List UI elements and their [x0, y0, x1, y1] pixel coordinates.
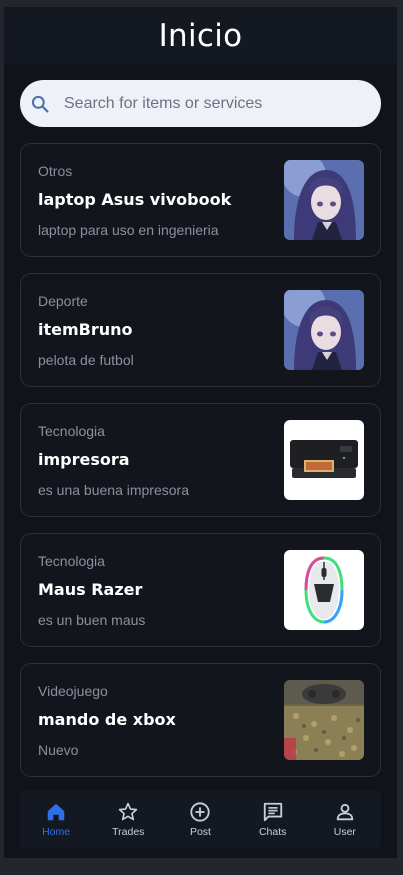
plus-circle-icon: [190, 802, 211, 822]
nav-label: Post: [189, 826, 211, 838]
controller-image: [284, 680, 364, 760]
item-card[interactable]: Videojuego mando de xbox Nuevo: [20, 663, 381, 777]
item-description: laptop para uso en ingenieria: [38, 222, 219, 238]
item-category: Otros: [38, 163, 73, 179]
item-title: laptop Asus vivobook: [38, 190, 232, 209]
item-description: es un buen maus: [38, 612, 146, 628]
mouse-image: [284, 550, 364, 630]
nav-label: Trades: [112, 826, 145, 838]
item-description: es una buena impresora: [38, 482, 189, 498]
item-title: itemBruno: [38, 320, 133, 339]
item-description: Nuevo: [38, 742, 79, 758]
nav-item-post[interactable]: Post: [170, 801, 230, 838]
item-title: impresora: [38, 450, 130, 469]
search-input[interactable]: [64, 94, 354, 113]
nav-item-trades[interactable]: Trades: [98, 801, 158, 838]
anime-girl-image: [284, 160, 364, 240]
app-header: Inicio: [4, 7, 397, 64]
anime-girl-image: [284, 290, 364, 370]
home-icon: [47, 803, 65, 821]
page-title: Inicio: [158, 17, 243, 54]
nav-item-chats[interactable]: Chats: [243, 801, 303, 838]
app-screen: Inicio Otros laptop Asus vivobook laptop…: [4, 7, 397, 858]
item-category: Deporte: [38, 293, 88, 309]
item-card[interactable]: Otros laptop Asus vivobook laptop para u…: [20, 143, 381, 257]
star-icon: [119, 802, 138, 821]
search-bar[interactable]: [20, 80, 381, 127]
item-card[interactable]: Deporte itemBruno pelota de futbol: [20, 273, 381, 387]
item-description: pelota de futbol: [38, 352, 134, 368]
item-title: Maus Razer: [38, 580, 143, 599]
nav-label: Home: [42, 826, 71, 838]
item-card[interactable]: Tecnologia Maus Razer es un buen maus: [20, 533, 381, 647]
nav-label: Chats: [258, 826, 287, 838]
item-category: Tecnologia: [38, 553, 105, 569]
nav-item-home[interactable]: Home: [26, 801, 86, 838]
nav-label: User: [333, 826, 356, 838]
printer-image: [284, 420, 364, 500]
item-category: Videojuego: [38, 683, 108, 699]
item-card[interactable]: Tecnologia impresora es una buena impres…: [20, 403, 381, 517]
bottom-nav: Home Trades Post Chats User: [20, 791, 381, 848]
item-category: Tecnologia: [38, 423, 105, 439]
search-icon: [31, 95, 49, 113]
chat-icon: [263, 802, 282, 822]
item-title: mando de xbox: [38, 710, 176, 729]
nav-item-user[interactable]: User: [315, 801, 375, 838]
user-icon: [336, 803, 354, 821]
